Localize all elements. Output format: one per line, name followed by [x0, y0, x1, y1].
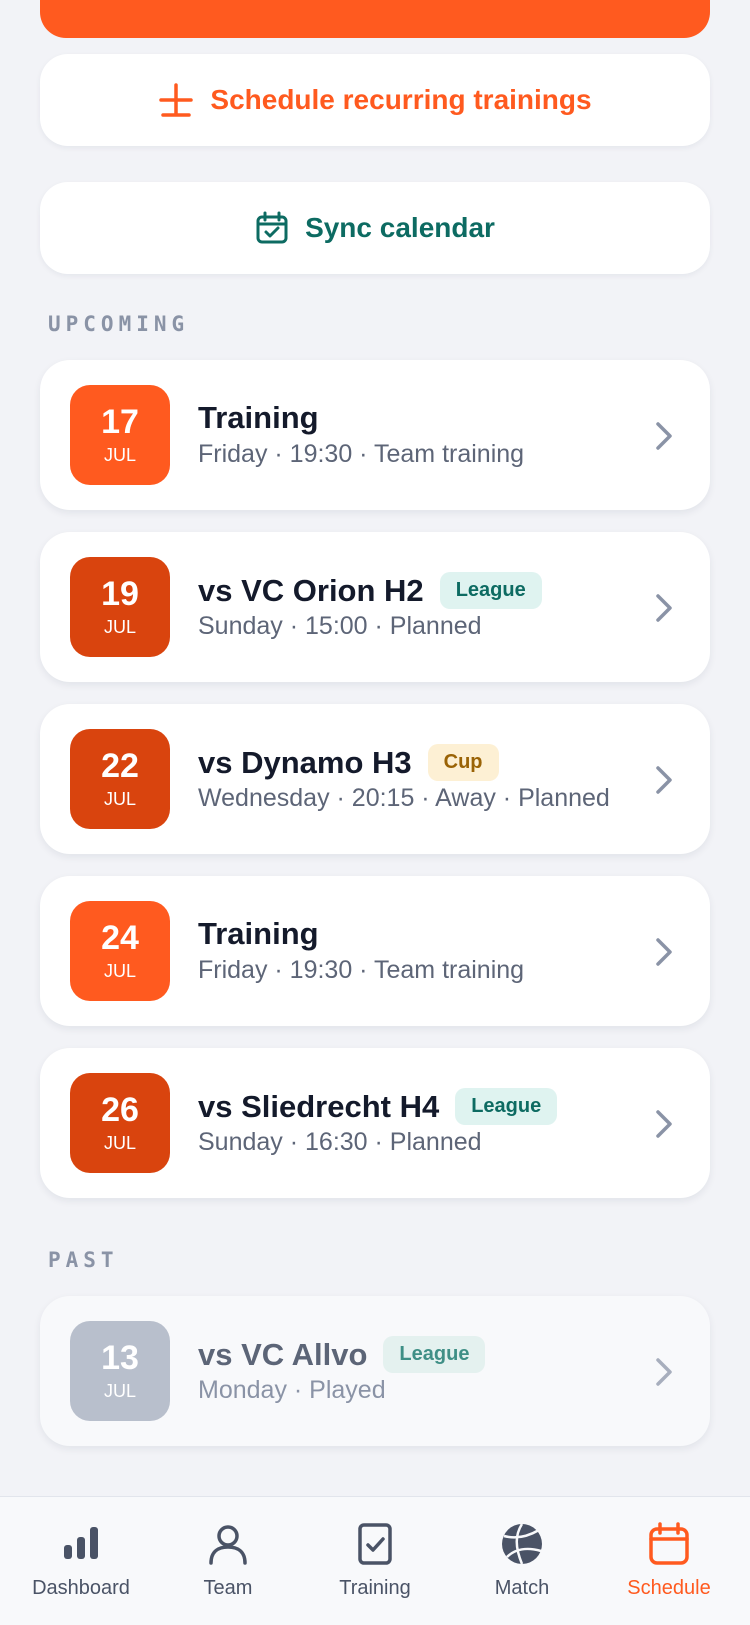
event-subtitle: Friday · 19:30 · Team training — [198, 440, 525, 468]
event-title: vs Sliedrecht H4 — [198, 1088, 440, 1124]
nav-training[interactable]: Training — [302, 1521, 448, 1611]
calendar-icon — [649, 1522, 689, 1565]
bottom-navigation: Dashboard Team Training Match Schedule — [0, 1496, 750, 1625]
event-card[interactable]: 24 JUL Training Friday · 19:30 · Team tr… — [40, 876, 710, 1026]
event-title-row: Training — [198, 400, 319, 436]
event-day: 22 — [101, 747, 139, 785]
event-title: Training — [198, 916, 319, 951]
event-month: JUL — [103, 961, 136, 981]
chevron-right-icon — [656, 422, 672, 450]
nav-label: Training — [339, 1577, 411, 1599]
event-card[interactable]: 26 JUL vs Sliedrecht H4 League Sunday · … — [40, 1048, 710, 1198]
schedule-recurring-trainings-button[interactable]: Schedule recurring trainings — [40, 54, 710, 146]
nav-label: Schedule — [627, 1577, 711, 1599]
nav-dashboard[interactable]: Dashboard — [8, 1521, 154, 1611]
event-month: JUL — [103, 617, 136, 637]
date-box: 19 JUL — [70, 557, 170, 657]
nav-label: Dashboard — [32, 1577, 130, 1599]
event-card-past[interactable]: 13 JUL vs VC Allvo League Monday · Playe… — [40, 1296, 710, 1446]
nav-schedule[interactable]: Schedule — [596, 1521, 742, 1611]
event-title-row: vs VC Allvo League — [198, 1336, 486, 1373]
event-month: JUL — [103, 1381, 136, 1401]
clipboard-check-icon — [358, 1523, 392, 1565]
schedule-recurring-label: Schedule recurring trainings — [210, 84, 592, 115]
event-subtitle: Sunday · 15:00 · Planned — [198, 612, 482, 640]
event-day: 24 — [101, 919, 139, 957]
event-subtitle: Wednesday · 20:15 · Away · Planned — [198, 784, 610, 812]
event-title-row: vs Sliedrecht H4 League — [198, 1088, 558, 1125]
event-subtitle: Friday · 19:30 · Team training — [198, 956, 525, 984]
cup-badge: Cup — [427, 744, 499, 781]
event-month: JUL — [103, 445, 136, 465]
plus-icon — [159, 83, 194, 117]
date-box: 24 JUL — [70, 901, 170, 1001]
date-box: 13 JUL — [70, 1321, 170, 1421]
date-box: 22 JUL — [70, 729, 170, 829]
event-card[interactable]: 19 JUL vs VC Orion H2 League Sunday · 15… — [40, 532, 710, 682]
chevron-right-icon — [656, 766, 672, 794]
event-card[interactable]: 22 JUL vs Dynamo H3 Cup Wednesday · 20:1… — [40, 704, 710, 854]
nav-team[interactable]: Team — [155, 1521, 301, 1611]
event-day: 26 — [101, 1091, 139, 1129]
league-badge: League — [439, 572, 542, 609]
upcoming-section-label: UPCOMING — [48, 312, 190, 336]
event-subtitle: Monday · Played — [198, 1376, 386, 1404]
event-day: 19 — [101, 575, 139, 613]
sync-calendar-label: Sync calendar — [305, 212, 495, 243]
bar-chart-icon — [64, 1527, 98, 1559]
chevron-right-icon — [656, 1358, 672, 1386]
event-title: Training — [198, 400, 319, 435]
calendar-check-icon — [256, 211, 288, 244]
date-box: 26 JUL — [70, 1073, 170, 1173]
nav-match[interactable]: Match — [449, 1521, 595, 1611]
event-card[interactable]: 17 JUL Training Friday · 19:30 · Team tr… — [40, 360, 710, 510]
nav-label: Match — [494, 1577, 550, 1599]
event-month: JUL — [103, 1133, 136, 1153]
league-badge: League — [455, 1088, 558, 1125]
event-title: vs VC Allvo — [198, 1336, 368, 1372]
event-title-row: Training — [198, 916, 319, 952]
chevron-right-icon — [656, 594, 672, 622]
sync-calendar-button[interactable]: Sync calendar — [40, 182, 710, 274]
nav-label: Team — [203, 1577, 253, 1599]
user-icon — [209, 1525, 247, 1565]
league-badge: League — [383, 1336, 486, 1373]
event-subtitle: Sunday · 16:30 · Planned — [198, 1128, 482, 1156]
event-title-row: vs Dynamo H3 Cup — [198, 744, 499, 781]
primary-action-button[interactable] — [40, 0, 710, 38]
chevron-right-icon — [656, 1110, 672, 1138]
date-box: 17 JUL — [70, 385, 170, 485]
volleyball-icon — [502, 1523, 542, 1565]
chevron-right-icon — [656, 938, 672, 966]
past-section-label: PAST — [48, 1248, 119, 1272]
event-month: JUL — [103, 789, 136, 809]
event-title: vs VC Orion H2 — [198, 572, 424, 608]
event-day: 17 — [101, 403, 139, 441]
event-title: vs Dynamo H3 — [198, 744, 412, 780]
event-title-row: vs VC Orion H2 League — [198, 572, 542, 609]
event-day: 13 — [101, 1339, 139, 1377]
